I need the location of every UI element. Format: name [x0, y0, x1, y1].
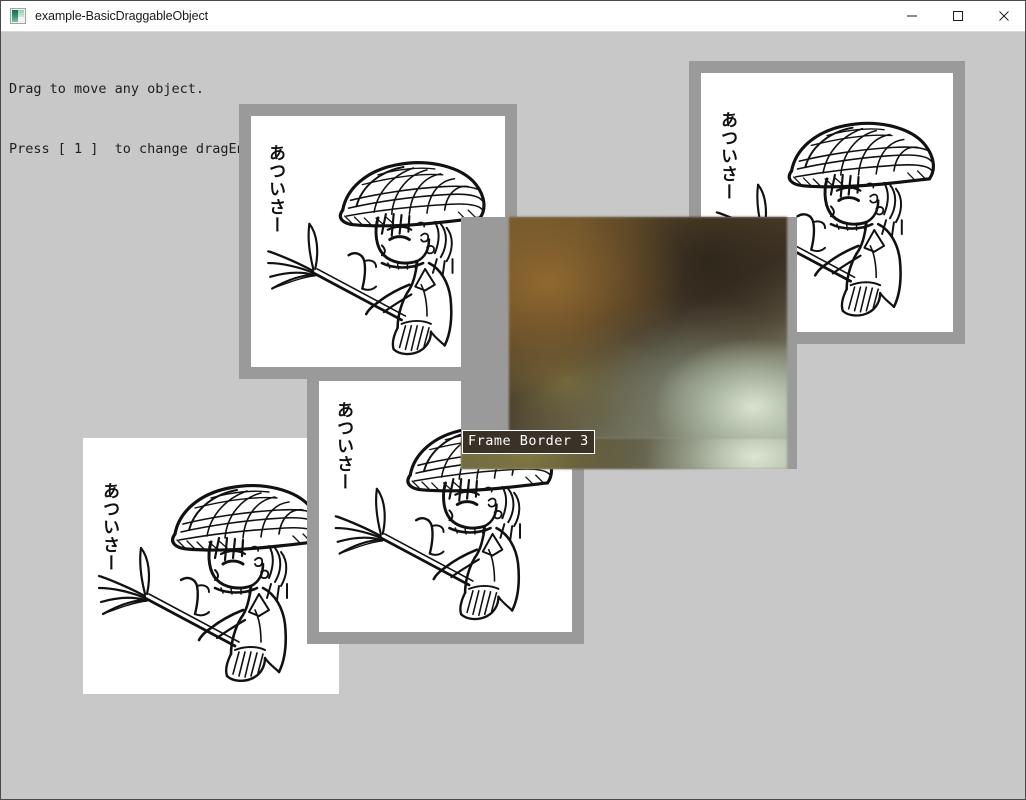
instruction-line-1: Drag to move any object.	[9, 81, 205, 97]
maximize-icon	[953, 11, 963, 21]
window-title: example-BasicDraggableObject	[35, 9, 208, 23]
title-bar: example-BasicDraggableObject	[1, 1, 1025, 32]
minimize-icon	[907, 15, 917, 17]
draggable-image-4[interactable]: Frame Border 3	[461, 217, 797, 469]
sketch-canvas[interactable]: Drag to move any object. Press [ 1 ] to …	[1, 32, 1025, 799]
illustration-caption: あついさー	[265, 144, 285, 234]
illustration-caption: あついさー	[717, 111, 737, 201]
window-controls	[889, 1, 1025, 32]
frame-border-label: Frame Border 3	[462, 430, 595, 454]
illustration-caption: あついさー	[333, 401, 353, 491]
blurred-photo-surface	[509, 217, 787, 438]
draggable-image-5[interactable]: あついさー	[83, 438, 339, 694]
close-icon	[999, 11, 1009, 21]
maximize-button[interactable]	[935, 1, 981, 32]
app-window: example-BasicDraggableObject Drag to mov…	[0, 0, 1026, 800]
app-window-icon	[10, 8, 26, 24]
minimize-button[interactable]	[889, 1, 935, 32]
illustration-caption: あついさー	[99, 482, 119, 572]
close-button[interactable]	[981, 1, 1025, 32]
